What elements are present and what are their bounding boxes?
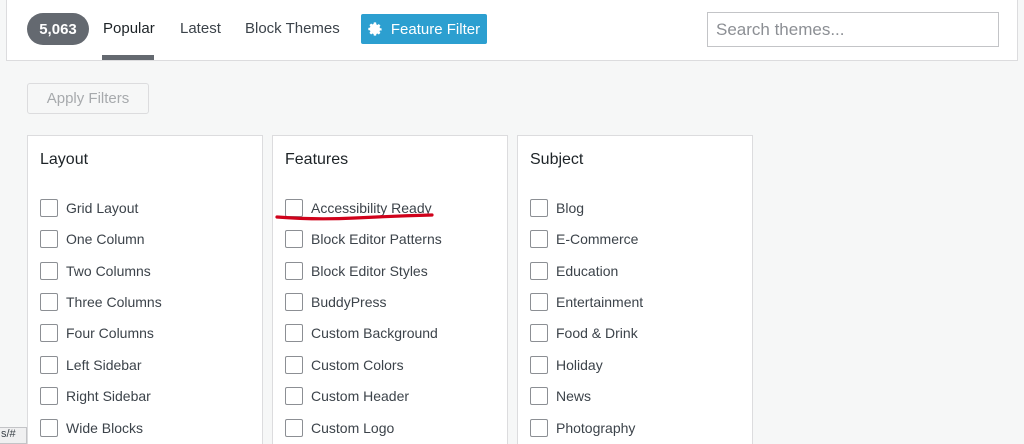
- option-buddypress[interactable]: BuddyPress: [285, 292, 386, 312]
- option-two-columns[interactable]: Two Columns: [40, 261, 151, 281]
- checkbox[interactable]: [40, 230, 58, 248]
- checkbox[interactable]: [40, 199, 58, 217]
- tab-popular[interactable]: Popular: [103, 20, 155, 60]
- search-input[interactable]: [707, 12, 999, 47]
- panel-title: Subject: [530, 151, 584, 168]
- option-block-editor-styles[interactable]: Block Editor Styles: [285, 261, 428, 281]
- option-accessibility-ready[interactable]: Accessibility Ready: [285, 198, 432, 218]
- checkbox[interactable]: [285, 324, 303, 342]
- checkbox[interactable]: [530, 230, 548, 248]
- option-blog[interactable]: Blog: [530, 198, 584, 218]
- filter-panel-features: Features Accessibility Ready Block Edito…: [272, 135, 508, 444]
- option-left-sidebar[interactable]: Left Sidebar: [40, 355, 142, 375]
- option-custom-colors[interactable]: Custom Colors: [285, 355, 404, 375]
- checkbox[interactable]: [530, 262, 548, 280]
- checkbox[interactable]: [285, 262, 303, 280]
- checkbox[interactable]: [40, 356, 58, 374]
- tab-block-themes[interactable]: Block Themes: [245, 20, 340, 60]
- checkbox[interactable]: [285, 293, 303, 311]
- option-holiday[interactable]: Holiday: [530, 355, 603, 375]
- option-custom-logo[interactable]: Custom Logo: [285, 418, 394, 438]
- checkbox[interactable]: [530, 419, 548, 437]
- checkbox[interactable]: [530, 199, 548, 217]
- option-photography[interactable]: Photography: [530, 418, 635, 438]
- option-entertainment[interactable]: Entertainment: [530, 292, 643, 312]
- feature-filter-button[interactable]: Feature Filter: [361, 14, 487, 44]
- checkbox[interactable]: [285, 356, 303, 374]
- option-wide-blocks[interactable]: Wide Blocks: [40, 418, 143, 438]
- active-tab-indicator: [102, 55, 154, 60]
- theme-count-badge: 5,063: [27, 13, 89, 45]
- option-four-columns[interactable]: Four Columns: [40, 323, 154, 343]
- checkbox[interactable]: [40, 262, 58, 280]
- checkbox[interactable]: [40, 419, 58, 437]
- option-custom-background[interactable]: Custom Background: [285, 323, 438, 343]
- gear-icon: [368, 21, 382, 36]
- checkbox[interactable]: [530, 356, 548, 374]
- feature-filter-label: Feature Filter: [390, 20, 481, 38]
- panel-title: Features: [285, 151, 349, 168]
- option-grid-layout[interactable]: Grid Layout: [40, 198, 138, 218]
- option-custom-header[interactable]: Custom Header: [285, 386, 409, 406]
- option-right-sidebar[interactable]: Right Sidebar: [40, 386, 151, 406]
- option-food-drink[interactable]: Food & Drink: [530, 323, 638, 343]
- checkbox[interactable]: [285, 230, 303, 248]
- option-one-column[interactable]: One Column: [40, 229, 145, 249]
- filter-bar: 5,063 Popular Latest Block Themes Featur…: [6, 0, 1018, 61]
- filter-panel-subject: Subject Blog E-Commerce Education Entert…: [517, 135, 753, 444]
- option-news[interactable]: News: [530, 386, 591, 406]
- checkbox[interactable]: [285, 419, 303, 437]
- filter-panel-layout: Layout Grid Layout One Column Two Column…: [27, 135, 263, 444]
- status-bar-url: s/#: [0, 427, 27, 444]
- checkbox[interactable]: [40, 387, 58, 405]
- checkbox[interactable]: [285, 387, 303, 405]
- tab-latest[interactable]: Latest: [180, 20, 221, 60]
- option-education[interactable]: Education: [530, 261, 618, 281]
- panel-title: Layout: [40, 151, 89, 168]
- checkbox[interactable]: [530, 293, 548, 311]
- checkbox[interactable]: [40, 293, 58, 311]
- option-block-editor-patterns[interactable]: Block Editor Patterns: [285, 229, 442, 249]
- checkbox[interactable]: [530, 324, 548, 342]
- option-three-columns[interactable]: Three Columns: [40, 292, 162, 312]
- checkbox[interactable]: [530, 387, 548, 405]
- checkbox[interactable]: [285, 199, 303, 217]
- apply-filters-button[interactable]: Apply Filters: [27, 83, 149, 114]
- checkbox[interactable]: [40, 324, 58, 342]
- option-e-commerce[interactable]: E-Commerce: [530, 229, 638, 249]
